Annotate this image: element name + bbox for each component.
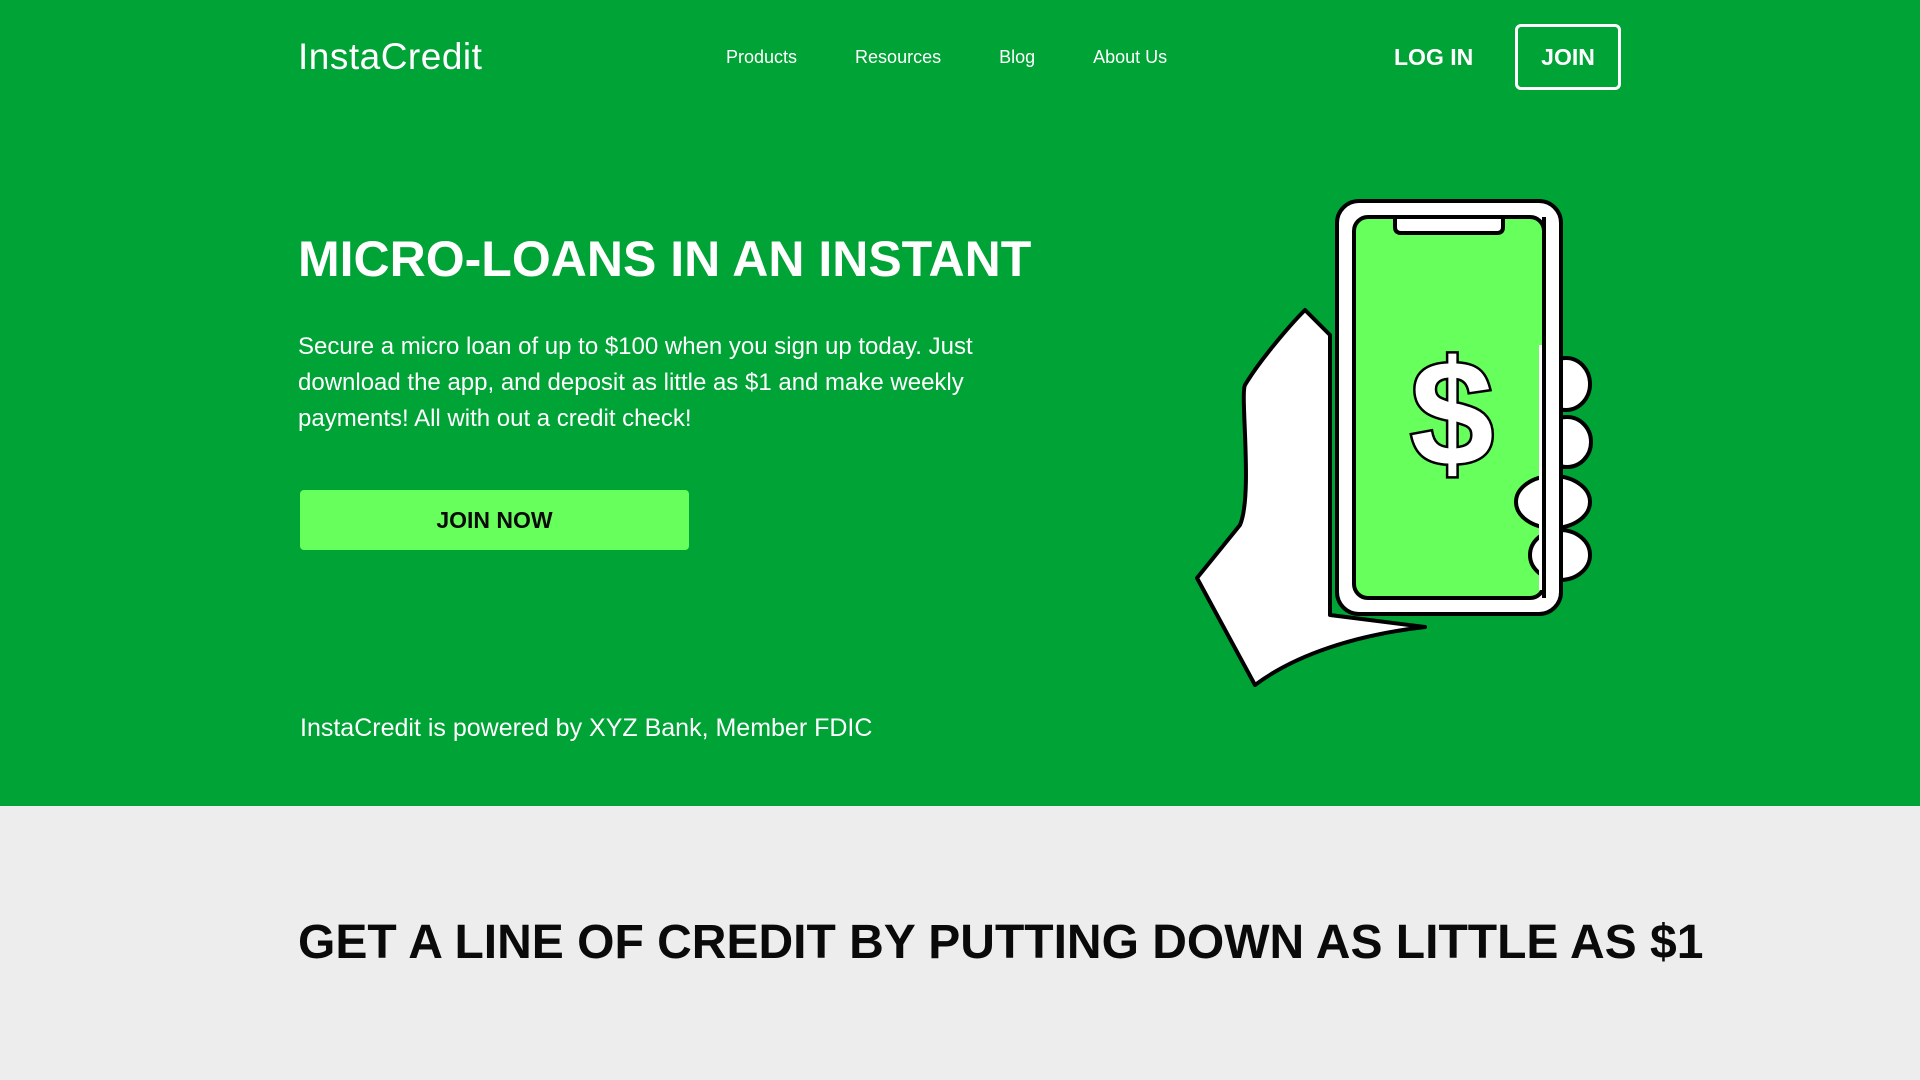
- join-button[interactable]: JOIN: [1515, 24, 1621, 90]
- fdic-disclaimer: InstaCredit is powered by XYZ Bank, Memb…: [300, 714, 873, 742]
- section-title: GET A LINE OF CREDIT BY PUTTING DOWN AS …: [298, 916, 1704, 969]
- main-nav: Products Resources Blog About Us: [726, 46, 1225, 68]
- nav-link-about-us[interactable]: About Us: [1093, 46, 1167, 68]
- login-link[interactable]: LOG IN: [1394, 42, 1473, 72]
- join-now-button[interactable]: JOIN NOW: [300, 490, 689, 550]
- dollar-sign-icon: $: [1410, 329, 1493, 497]
- phone-notch: [1393, 215, 1505, 235]
- nav-link-resources[interactable]: Resources: [855, 46, 941, 68]
- hero-description: Secure a micro loan of up to $100 when y…: [298, 333, 973, 432]
- site-logo[interactable]: InstaCredit: [298, 36, 482, 78]
- hero-section: InstaCredit Products Resources Blog Abou…: [0, 0, 1920, 806]
- hero-title: MICRO-LOANS IN AN INSTANT: [298, 231, 1032, 287]
- nav-link-products[interactable]: Products: [726, 46, 797, 68]
- hand-holding-phone-icon: $: [1195, 199, 1593, 687]
- nav-link-blog[interactable]: Blog: [999, 46, 1035, 68]
